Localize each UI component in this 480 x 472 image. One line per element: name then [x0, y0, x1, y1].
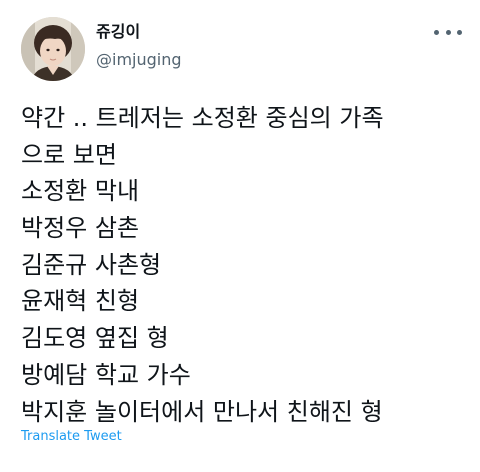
- avatar[interactable]: [21, 17, 85, 81]
- tweet-line: 으로 보면: [21, 140, 117, 169]
- tweet-line: 방예담 학교 가수: [21, 360, 191, 389]
- tweet-line: 박정우 삼촌: [21, 214, 140, 243]
- author-display-name[interactable]: 쥬깅이: [96, 22, 140, 42]
- tweet-card: 쥬깅이 @imjuging 약간 .. 트레저는 소정환 중심의 가족 으로 보…: [0, 0, 480, 472]
- tweet-line: 김준규 사촌형: [21, 250, 162, 279]
- author-handle[interactable]: @imjuging: [96, 50, 182, 70]
- more-dot: [457, 29, 462, 35]
- profile-photo-avatar-icon: [21, 17, 85, 81]
- translate-tweet-link[interactable]: Translate Tweet: [21, 428, 122, 446]
- more-horizontal-icon[interactable]: [434, 26, 462, 38]
- more-dot: [434, 29, 439, 35]
- tweet-line: 김도영 옆집 형: [21, 324, 169, 353]
- tweet-line: 약간 .. 트레저는 소정환 중심의 가족: [21, 104, 384, 132]
- tweet-line: 윤재혁 친형: [21, 287, 140, 316]
- tweet-text: 약간 .. 트레저는 소정환 중심의 가족 으로 보면 소정환 막내 박정우 삼…: [21, 100, 476, 430]
- more-dot: [445, 29, 451, 35]
- tweet-line: 박지훈 놀이터에서 만나서 친해진 형: [21, 397, 383, 426]
- tweet-line: 소정환 막내: [21, 177, 140, 206]
